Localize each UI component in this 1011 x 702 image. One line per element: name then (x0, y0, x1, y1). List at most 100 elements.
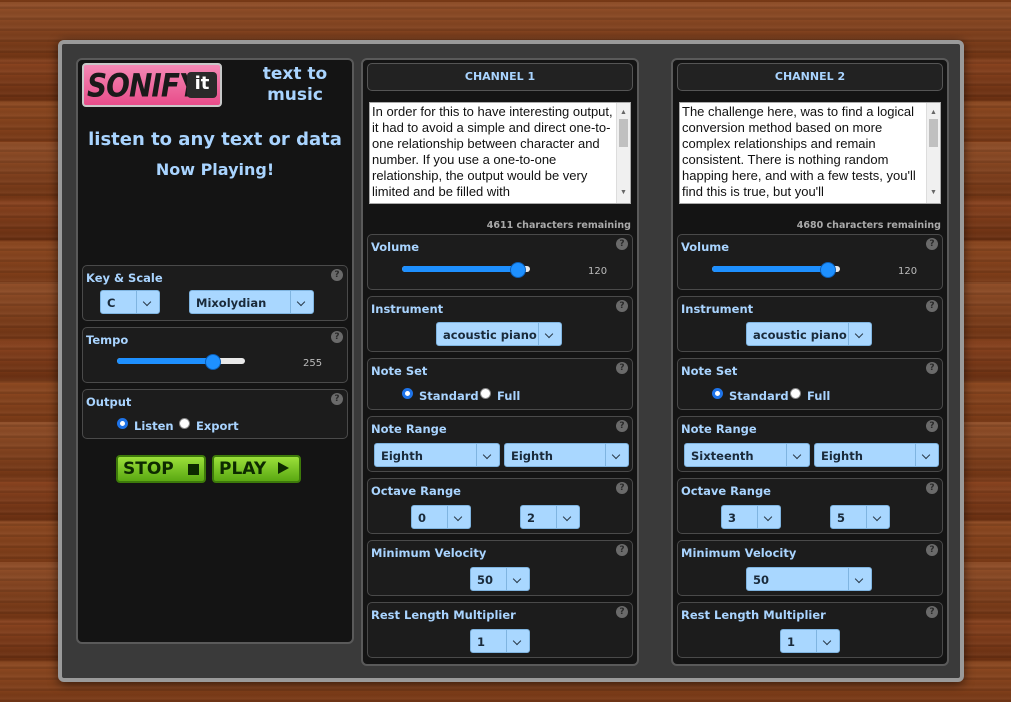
help-icon[interactable]: ? (926, 420, 938, 432)
export-radio[interactable] (179, 418, 190, 429)
chevron-down-icon (447, 506, 470, 528)
channel-2-header: CHANNEL 2 (677, 63, 943, 91)
octave-high-select[interactable]: 2 (520, 505, 580, 529)
play-button[interactable]: PLAY (212, 455, 301, 483)
instrument-title: Instrument (681, 302, 754, 316)
channel-2-text-input[interactable]: The challenge here, was to find a logica… (679, 102, 941, 204)
note-range-low-select[interactable]: Eighth (374, 443, 500, 467)
status-text: Now Playing! (155, 160, 275, 179)
instrument-value: acoustic piano (443, 328, 537, 342)
chevron-down-icon (915, 444, 938, 466)
stop-button[interactable]: STOP (116, 455, 206, 483)
listen-radio[interactable] (117, 418, 128, 429)
scrollbar[interactable]: ▲ ▼ (926, 103, 940, 203)
help-icon[interactable]: ? (616, 300, 628, 312)
scroll-down-icon[interactable]: ▼ (930, 185, 937, 201)
note-set-full-radio[interactable] (790, 388, 801, 399)
rest-length-box: Rest Length Multiplier ? 1 (677, 602, 943, 658)
rest-length-box: Rest Length Multiplier ? 1 (367, 602, 633, 658)
volume-slider-thumb[interactable] (820, 262, 836, 278)
octave-low-select[interactable]: 3 (721, 505, 781, 529)
chevron-down-icon (506, 568, 529, 590)
tempo-value: 255 (303, 358, 323, 369)
listen-label: Listen (134, 419, 174, 433)
key-scale-box: Key & Scale ? C Mixolydian (82, 265, 348, 321)
min-velocity-title: Minimum Velocity (681, 546, 797, 560)
help-icon[interactable]: ? (926, 544, 938, 556)
help-icon[interactable]: ? (616, 238, 628, 250)
octave-range-box: Octave Range ? 0 2 (367, 478, 633, 534)
note-range-high-select[interactable]: Eighth (504, 443, 629, 467)
help-icon[interactable]: ? (926, 482, 938, 494)
tagline: text to music (262, 64, 328, 105)
note-set-full-label: Full (807, 389, 831, 403)
chevron-down-icon (556, 506, 579, 528)
scale-value: Mixolydian (196, 296, 267, 310)
volume-title: Volume (681, 240, 730, 254)
help-icon[interactable]: ? (331, 331, 343, 343)
scale-select[interactable]: Mixolydian (189, 290, 314, 314)
chevron-down-icon (848, 323, 871, 345)
key-select[interactable]: C (100, 290, 160, 314)
logo[interactable]: SONIFY it (82, 63, 222, 107)
channel-2-remaining: 4680 characters remaining (796, 220, 941, 231)
help-icon[interactable]: ? (331, 269, 343, 281)
stop-label: STOP (123, 459, 174, 479)
channel-2-text: The challenge here, was to find a logica… (682, 104, 916, 199)
min-velocity-value: 50 (477, 573, 494, 587)
octave-low-select[interactable]: 0 (411, 505, 471, 529)
min-velocity-box: Minimum Velocity ? 50 (367, 540, 633, 596)
note-set-full-label: Full (497, 389, 521, 403)
octave-range-title: Octave Range (681, 484, 771, 498)
help-icon[interactable]: ? (331, 393, 343, 405)
help-icon[interactable]: ? (616, 544, 628, 556)
instrument-box: Instrument ? acoustic piano (367, 296, 633, 352)
volume-slider-fill (712, 266, 827, 272)
help-icon[interactable]: ? (926, 238, 938, 250)
note-range-low-select[interactable]: Sixteenth (684, 443, 810, 467)
help-icon[interactable]: ? (926, 606, 938, 618)
help-icon[interactable]: ? (926, 362, 938, 374)
octave-high-select[interactable]: 5 (830, 505, 890, 529)
chevron-down-icon (538, 323, 561, 345)
scrollbar[interactable]: ▲ ▼ (616, 103, 630, 203)
rest-length-select[interactable]: 1 (470, 629, 530, 653)
output-box: Output ? Listen Export (82, 389, 348, 439)
tempo-slider-fill (117, 358, 213, 364)
volume-box: Volume ? 120 (367, 234, 633, 290)
help-icon[interactable]: ? (616, 420, 628, 432)
min-velocity-value: 50 (753, 573, 770, 587)
play-icon (278, 462, 290, 474)
note-set-standard-radio[interactable] (712, 388, 723, 399)
note-range-title: Note Range (371, 422, 447, 436)
tempo-slider-thumb[interactable] (205, 354, 221, 370)
note-range-high-select[interactable]: Eighth (814, 443, 939, 467)
channel-1-text-input[interactable]: In order for this to have interesting ou… (369, 102, 631, 204)
rest-length-title: Rest Length Multiplier (371, 608, 516, 622)
scroll-thumb[interactable] (619, 119, 628, 147)
volume-box: Volume ? 120 (677, 234, 943, 290)
chevron-down-icon (757, 506, 780, 528)
note-set-standard-radio[interactable] (402, 388, 413, 399)
help-icon[interactable]: ? (616, 482, 628, 494)
help-icon[interactable]: ? (616, 606, 628, 618)
scroll-down-icon[interactable]: ▼ (620, 185, 627, 201)
chevron-down-icon (816, 630, 839, 652)
min-velocity-box: Minimum Velocity ? 50 (677, 540, 943, 596)
help-icon[interactable]: ? (616, 362, 628, 374)
volume-value: 120 (898, 266, 918, 277)
scroll-thumb[interactable] (929, 119, 938, 147)
min-velocity-select[interactable]: 50 (746, 567, 872, 591)
min-velocity-select[interactable]: 50 (470, 567, 530, 591)
rest-length-select[interactable]: 1 (780, 629, 840, 653)
output-title: Output (86, 395, 132, 409)
subtitle: listen to any text or data (88, 129, 342, 150)
note-set-full-radio[interactable] (480, 388, 491, 399)
instrument-select[interactable]: acoustic piano (746, 322, 872, 346)
instrument-select[interactable]: acoustic piano (436, 322, 562, 346)
help-icon[interactable]: ? (926, 300, 938, 312)
volume-slider-thumb[interactable] (510, 262, 526, 278)
octave-high-value: 2 (527, 511, 536, 525)
tempo-box: Tempo ? 255 (82, 327, 348, 383)
instrument-box: Instrument ? acoustic piano (677, 296, 943, 352)
